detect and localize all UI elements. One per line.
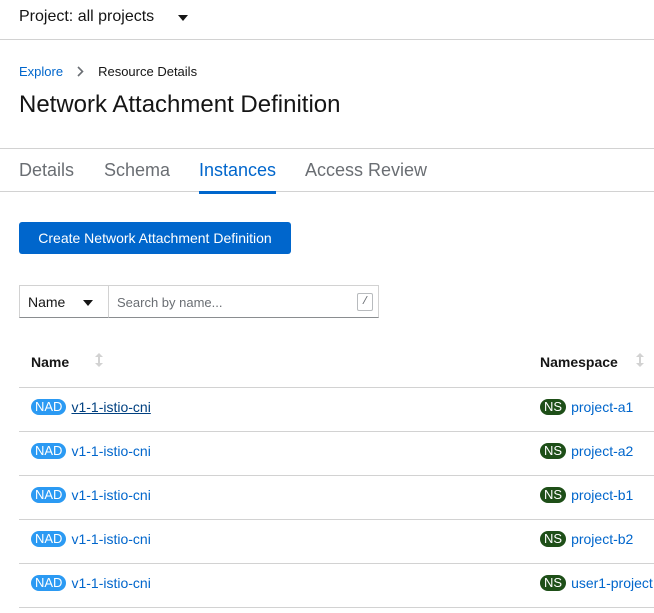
tab-schema[interactable]: Schema: [104, 160, 170, 193]
chevron-right-icon: [77, 66, 84, 77]
project-selector-label: Project: all projects: [19, 8, 155, 25]
resource-link[interactable]: v1-1-istio-cni: [71, 487, 150, 503]
name-cell: NAD v1-1-istio-cni: [31, 399, 151, 415]
resource-link[interactable]: v1-1-istio-cni: [71, 399, 150, 415]
tab-bar: Details Schema Instances Access Review: [0, 148, 654, 194]
sort-icon: [635, 353, 644, 370]
column-header-name-label: Name: [31, 353, 70, 370]
ns-badge: NS: [540, 443, 567, 459]
table-row: NAD v1-1-istio-cni NS project-a1: [19, 388, 654, 432]
namespace-link[interactable]: user1-project: [571, 575, 653, 591]
column-header-namespace[interactable]: Namespace: [540, 353, 644, 370]
table-row: NAD v1-1-istio-cni NS project-a2: [19, 432, 654, 476]
page-title: Network Attachment Definition: [19, 91, 341, 118]
breadcrumb-explore-link[interactable]: Explore: [19, 64, 63, 79]
ns-badge: NS: [540, 531, 567, 547]
tab-schema-label: Schema: [104, 160, 171, 180]
resource-link[interactable]: v1-1-istio-cni: [71, 443, 150, 459]
name-cell: NAD v1-1-istio-cni: [31, 487, 151, 503]
breadcrumb: Explore Resource Details: [19, 64, 197, 79]
caret-down-icon: [178, 15, 189, 21]
namespace-cell: NS user1-project: [540, 575, 653, 591]
tab-access-review-label: Access Review: [305, 160, 428, 180]
tab-access-review[interactable]: Access Review: [305, 160, 427, 193]
name-cell: NAD v1-1-istio-cni: [31, 531, 151, 547]
nad-badge: NAD: [31, 399, 67, 415]
table-row: NAD v1-1-istio-cni NS user1-project: [19, 564, 654, 608]
filter-type-dropdown[interactable]: Name: [19, 285, 109, 318]
ns-badge: NS: [540, 575, 567, 591]
filter-type-label: Name: [28, 293, 66, 310]
resource-link[interactable]: v1-1-istio-cni: [71, 531, 150, 547]
table-header: Name Namespace: [19, 336, 654, 388]
table-row: NAD v1-1-istio-cni NS project-b1: [19, 476, 654, 520]
create-nad-button[interactable]: Create Network Attachment Definition: [19, 222, 291, 254]
namespace-cell: NS project-b1: [540, 487, 633, 503]
breadcrumb-current: Resource Details: [98, 64, 198, 79]
filter-toolbar: Name /: [19, 285, 379, 318]
search-box: /: [109, 285, 379, 318]
namespace-link[interactable]: project-a2: [571, 443, 633, 459]
resource-link[interactable]: v1-1-istio-cni: [71, 575, 150, 591]
instances-table: Name Namespace NAD v1-1-istio-cni NS pro…: [19, 336, 654, 608]
namespace-cell: NS project-a2: [540, 443, 633, 459]
tab-details-label: Details: [19, 160, 75, 180]
namespace-link[interactable]: project-b2: [571, 531, 633, 547]
nad-badge: NAD: [31, 531, 67, 547]
namespace-cell: NS project-b2: [540, 531, 633, 547]
nad-badge: NAD: [31, 487, 67, 503]
caret-down-icon: [83, 300, 93, 306]
tab-details[interactable]: Details: [19, 160, 74, 193]
tab-instances[interactable]: Instances: [199, 160, 277, 194]
sort-icon: [95, 353, 104, 370]
nad-badge: NAD: [31, 575, 67, 591]
namespace-link[interactable]: project-a1: [571, 399, 633, 415]
keyboard-shortcut-hint: /: [357, 293, 373, 311]
namespace-cell: NS project-a1: [540, 399, 633, 415]
name-cell: NAD v1-1-istio-cni: [31, 575, 151, 591]
project-bar: Project: all projects: [0, 0, 654, 40]
name-cell: NAD v1-1-istio-cni: [31, 443, 151, 459]
project-selector[interactable]: Project: all projects: [19, 8, 189, 26]
ns-badge: NS: [540, 399, 567, 415]
column-header-namespace-label: Namespace: [540, 353, 618, 370]
search-input[interactable]: [117, 292, 337, 312]
ns-badge: NS: [540, 487, 567, 503]
nad-badge: NAD: [31, 443, 67, 459]
table-row: NAD v1-1-istio-cni NS project-b2: [19, 520, 654, 564]
column-header-name[interactable]: Name: [31, 353, 104, 370]
tab-instances-label: Instances: [199, 160, 277, 180]
namespace-link[interactable]: project-b1: [571, 487, 633, 503]
active-tab-indicator: [199, 191, 276, 194]
